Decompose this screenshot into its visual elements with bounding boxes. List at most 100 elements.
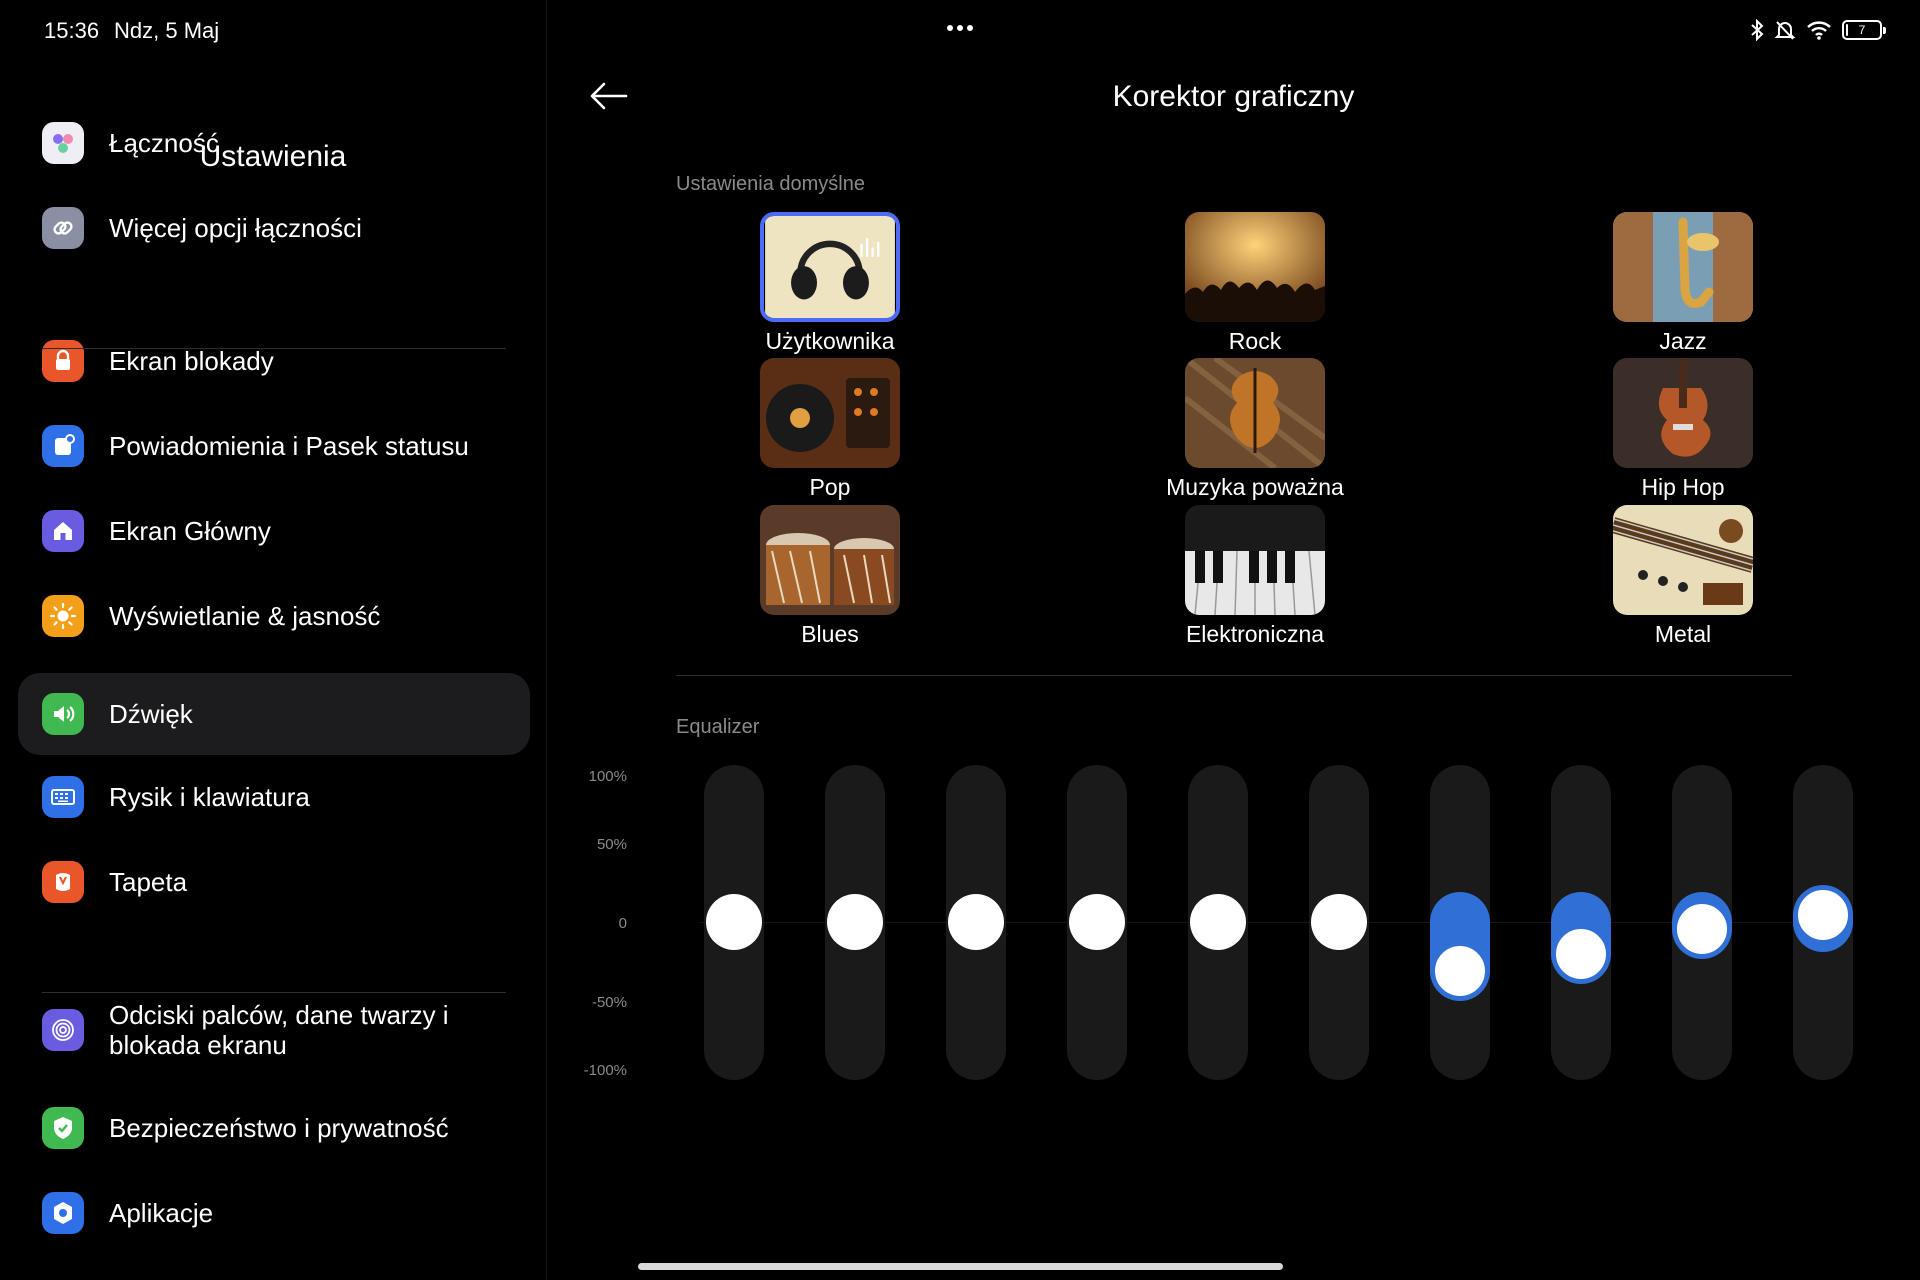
lock-icon bbox=[42, 340, 84, 382]
equalizer-tick: -100% bbox=[583, 1062, 627, 1079]
preset-label: Jazz bbox=[1659, 328, 1707, 354]
equalizer-slider[interactable] bbox=[1793, 765, 1853, 1080]
menu-item[interactable]: Aplikacje bbox=[18, 1172, 530, 1254]
equalizer-slider[interactable] bbox=[1551, 765, 1611, 1080]
home-indicator[interactable] bbox=[638, 1263, 1283, 1270]
equalizer-slider[interactable] bbox=[1309, 765, 1369, 1080]
menu-item[interactable]: Rysik i klawiatura bbox=[18, 756, 530, 838]
preset-jazz[interactable]: Jazz bbox=[1577, 212, 1757, 362]
keyboard-icon bbox=[42, 776, 84, 818]
equalizer-knob[interactable] bbox=[706, 894, 762, 950]
menu-item[interactable]: Łączność bbox=[18, 102, 530, 184]
equalizer-slider[interactable] bbox=[704, 765, 764, 1080]
fingerprint-icon bbox=[42, 1009, 84, 1051]
equalizer-knob[interactable] bbox=[1432, 942, 1488, 999]
connectivity-icon bbox=[42, 122, 84, 164]
equalizer-tick: 100% bbox=[588, 768, 627, 785]
menu-item[interactable]: Wyświetlanie & jasność bbox=[18, 575, 530, 657]
preset-label: Hip Hop bbox=[1641, 474, 1725, 500]
pane-divider bbox=[546, 0, 547, 1280]
equalizer-knob[interactable] bbox=[827, 894, 883, 950]
bell-muted-icon bbox=[1774, 19, 1796, 41]
equalizer-knob[interactable] bbox=[1069, 894, 1125, 950]
drums-icon bbox=[760, 505, 900, 615]
menu-item[interactable]: Więcej opcji łączności bbox=[18, 187, 530, 269]
notification-icon bbox=[42, 425, 84, 467]
preset-muzyka-poważna[interactable]: Muzyka poważna bbox=[1149, 358, 1344, 508]
wallpaper-icon bbox=[42, 861, 84, 903]
equalizer-slider[interactable] bbox=[946, 765, 1006, 1080]
sun-icon bbox=[42, 595, 84, 637]
equalizer-knob[interactable] bbox=[948, 894, 1004, 950]
home-icon bbox=[42, 510, 84, 552]
equalizer-heading: Equalizer bbox=[676, 716, 760, 738]
menu-item-label: Więcej opcji łączności bbox=[109, 213, 362, 243]
electric-guitar-icon bbox=[1613, 505, 1753, 615]
status-bar: 15:36 Ndz, 5 Maj 7 bbox=[0, 0, 1920, 60]
equalizer-slider[interactable] bbox=[1672, 765, 1732, 1080]
menu-item[interactable]: Dźwięk bbox=[18, 673, 530, 755]
equalizer-slider[interactable] bbox=[825, 765, 885, 1080]
menu-item-label: Ekran blokady bbox=[109, 346, 274, 376]
preset-blues[interactable]: Blues bbox=[724, 505, 904, 655]
preset-metal[interactable]: Metal bbox=[1577, 505, 1757, 655]
menu-item-label: Wyświetlanie & jasność bbox=[109, 601, 381, 631]
preset-label: Użytkownika bbox=[765, 328, 895, 354]
menu-item-label: Powiadomienia i Pasek statusu bbox=[109, 431, 469, 461]
shield-icon bbox=[42, 1107, 84, 1149]
preset-label: Elektroniczna bbox=[1185, 621, 1325, 647]
preset-elektroniczna[interactable]: Elektroniczna bbox=[1149, 505, 1329, 655]
equalizer-tick: 50% bbox=[596, 836, 627, 853]
equalizer-slider[interactable] bbox=[1067, 765, 1127, 1080]
presets-heading: Ustawienia domyślne bbox=[676, 173, 865, 195]
menu-item[interactable]: Odciski palców, dane twarzy i blokada ek… bbox=[18, 989, 530, 1071]
preset-label: Muzyka poważna bbox=[1166, 474, 1344, 500]
preset-rock[interactable]: Rock bbox=[1149, 212, 1329, 362]
headphones-icon bbox=[760, 212, 900, 322]
divider bbox=[676, 675, 1792, 676]
violin-icon bbox=[1185, 358, 1325, 468]
menu-item[interactable]: Bezpieczeństwo i prywatność bbox=[18, 1087, 530, 1169]
preset-label: Metal bbox=[1654, 621, 1712, 647]
status-date: Ndz, 5 Maj bbox=[114, 18, 220, 43]
equalizer-knob[interactable] bbox=[1311, 894, 1367, 950]
preset-label: Pop bbox=[809, 474, 851, 500]
menu-item[interactable]: Powiadomienia i Pasek statusu bbox=[18, 405, 530, 487]
menu-item[interactable]: Ekran blokady bbox=[18, 320, 530, 402]
preset-pop[interactable]: Pop bbox=[724, 358, 904, 508]
turntable-icon bbox=[760, 358, 900, 468]
menu-item[interactable]: Tapeta bbox=[18, 841, 530, 923]
equalizer-knob[interactable] bbox=[1553, 926, 1609, 983]
menu-item-label: Dźwięk bbox=[109, 699, 193, 729]
menu-item-label: Tapeta bbox=[109, 867, 188, 897]
battery-level: 7 bbox=[1858, 23, 1866, 37]
link-icon bbox=[42, 207, 84, 249]
equalizer-knob[interactable] bbox=[1795, 886, 1851, 943]
speaker-icon bbox=[42, 693, 84, 735]
divider bbox=[42, 348, 506, 349]
menu-item-label: Odciski palców, dane twarzy i blokada ek… bbox=[109, 1000, 449, 1060]
preset-hip-hop[interactable]: Hip Hop bbox=[1577, 358, 1757, 508]
equalizer-knob[interactable] bbox=[1674, 901, 1730, 958]
guitar-icon bbox=[1613, 358, 1753, 468]
menu-item-label: Rysik i klawiatura bbox=[109, 782, 310, 812]
equalizer-slider[interactable] bbox=[1188, 765, 1248, 1080]
concert-icon bbox=[1185, 212, 1325, 322]
divider bbox=[42, 992, 506, 993]
menu-item-label: Bezpieczeństwo i prywatność bbox=[109, 1113, 449, 1143]
saxophone-icon bbox=[1613, 212, 1753, 322]
status-time: 15:36 bbox=[44, 18, 100, 43]
menu-item-label: Ekran Główny bbox=[109, 516, 271, 546]
menu-item-label: Aplikacje bbox=[109, 1198, 214, 1228]
preset-label: Blues bbox=[801, 621, 859, 647]
more-options-icon[interactable] bbox=[945, 18, 981, 36]
menu-item[interactable]: Ekran Główny bbox=[18, 490, 530, 572]
equalizer-knob[interactable] bbox=[1190, 894, 1246, 950]
wifi-icon bbox=[1806, 19, 1832, 41]
preset-użytkownika[interactable]: Użytkownika bbox=[724, 212, 904, 362]
equalizer-slider[interactable] bbox=[1430, 765, 1490, 1080]
piano-keys-icon bbox=[1185, 505, 1325, 615]
equalizer-tick: 0 bbox=[618, 915, 627, 932]
battery-icon: 7 bbox=[1842, 20, 1886, 40]
apps-icon bbox=[42, 1192, 84, 1234]
